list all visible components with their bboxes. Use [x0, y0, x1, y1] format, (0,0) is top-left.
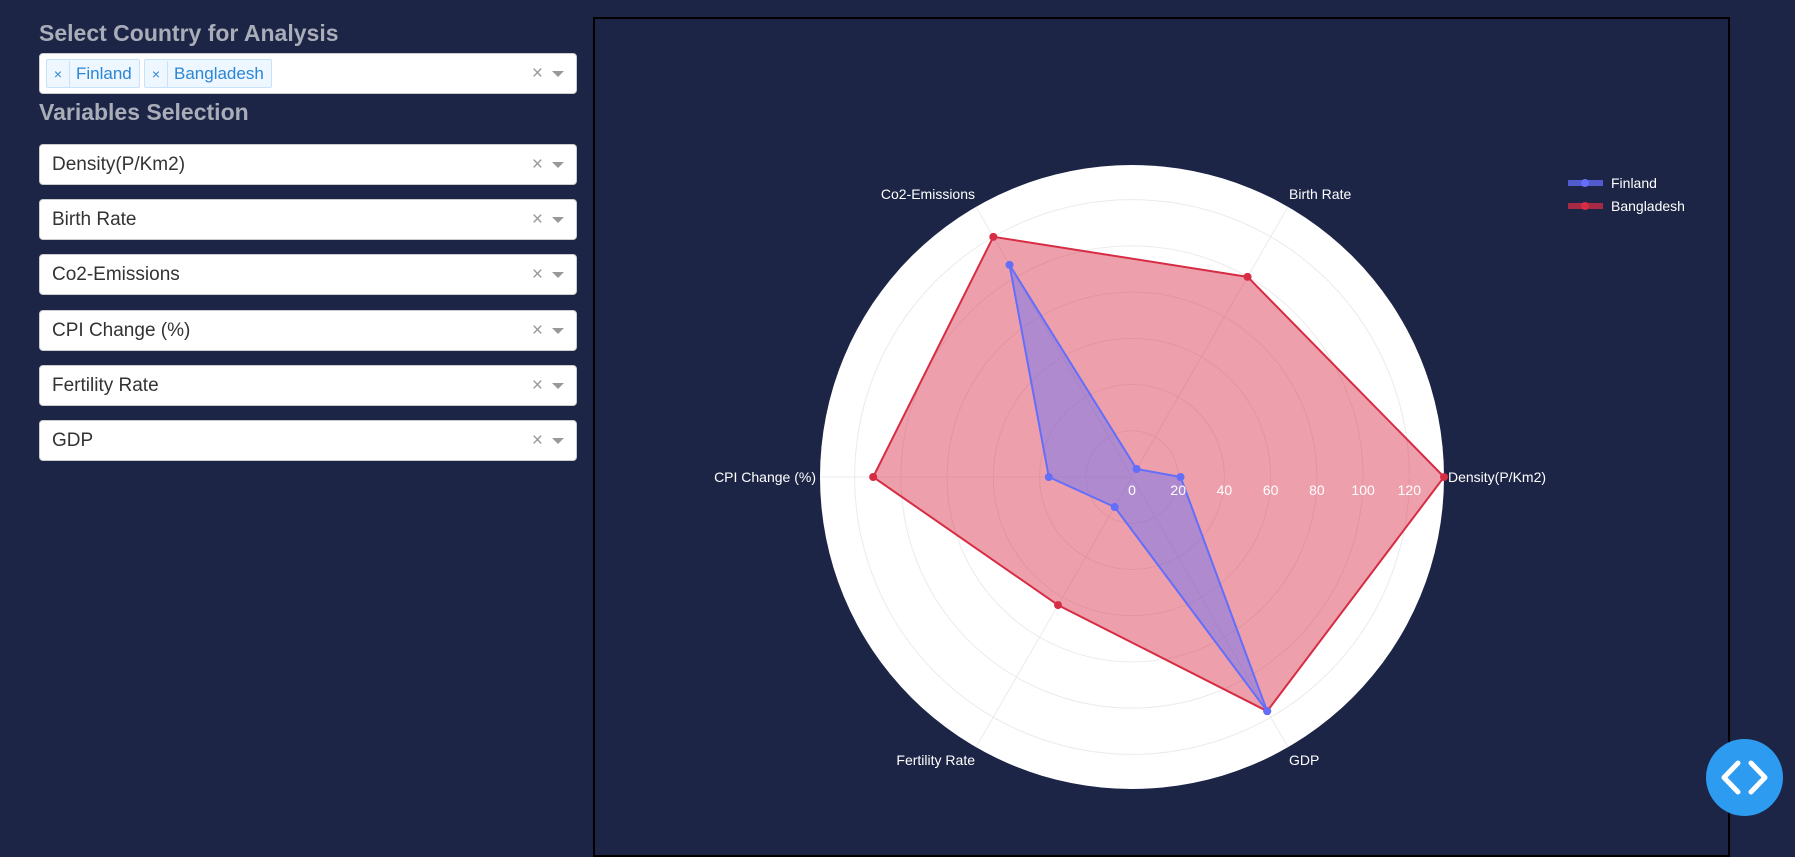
- axis-label: Fertility Rate: [896, 752, 975, 768]
- data-point-bangladesh: [1440, 473, 1448, 481]
- radial-tick-label: 80: [1309, 482, 1325, 498]
- chevron-down-icon[interactable]: [552, 438, 564, 444]
- variable-select-value: Co2-Emissions: [52, 264, 180, 285]
- variable-select-5[interactable]: Fertility Rate ×: [39, 365, 577, 406]
- clear-icon[interactable]: ×: [532, 255, 543, 294]
- country-section-title: Select Country for Analysis: [39, 20, 339, 46]
- data-point-finland: [1110, 503, 1119, 512]
- clear-icon[interactable]: ×: [532, 421, 543, 460]
- legend-marker-finland: [1581, 179, 1589, 187]
- chevron-down-icon[interactable]: [552, 162, 564, 168]
- data-point-finland: [1132, 464, 1141, 473]
- chevron-down-icon[interactable]: [552, 217, 564, 223]
- data-point-finland: [1044, 473, 1053, 481]
- variable-select-3[interactable]: Co2-Emissions ×: [39, 254, 577, 295]
- chevron-down-icon[interactable]: [552, 328, 564, 334]
- radial-tick-label: 100: [1351, 482, 1375, 498]
- variables-section-title: Variables Selection: [39, 99, 249, 125]
- variable-select-4[interactable]: CPI Change (%) ×: [39, 310, 577, 351]
- axis-label: CPI Change (%): [714, 469, 816, 485]
- country-tag-label: Finland: [76, 64, 132, 83]
- legend-marker-bangladesh: [1581, 202, 1589, 210]
- country-tag-label: Bangladesh: [174, 64, 264, 83]
- variable-select-value: Fertility Rate: [52, 375, 159, 396]
- clear-icon[interactable]: ×: [532, 366, 543, 405]
- radar-chart: 0 20 40 60 80 100 120 Density(P/Km2) Birth Rate C…: [714, 165, 1685, 789]
- chevron-down-icon[interactable]: [552, 272, 564, 278]
- variable-select-value: Birth Rate: [52, 209, 137, 230]
- data-point-finland: [1005, 260, 1014, 269]
- data-point-bangladesh: [989, 232, 998, 241]
- legend-label: Bangladesh: [1611, 198, 1685, 214]
- data-point-bangladesh: [869, 473, 878, 481]
- radial-tick-label: 0: [1128, 482, 1136, 498]
- legend-label: Finland: [1611, 175, 1657, 191]
- code-toggle-button[interactable]: [1706, 739, 1783, 816]
- radar-chart-panel: 0 20 40 60 80 100 120 Density(P/Km2) Birth Rate C…: [593, 17, 1730, 857]
- country-multiselect[interactable]: × Finland × Bangladesh ×: [39, 53, 577, 94]
- variable-select-value: CPI Change (%): [52, 320, 191, 341]
- clear-icon[interactable]: ×: [532, 145, 543, 184]
- axis-label: GDP: [1289, 752, 1319, 768]
- data-point-finland: [1263, 707, 1272, 716]
- clear-icon[interactable]: ×: [532, 200, 543, 239]
- variable-select-value: Density(P/Km2): [52, 154, 186, 175]
- chevron-down-icon[interactable]: [552, 383, 564, 389]
- remove-tag-icon[interactable]: ×: [145, 61, 168, 88]
- code-brackets-icon: [1721, 760, 1768, 795]
- chevron-down-icon[interactable]: [552, 71, 564, 77]
- variable-select-1[interactable]: Density(P/Km2) ×: [39, 144, 577, 185]
- remove-tag-icon[interactable]: ×: [47, 61, 70, 88]
- clear-icon[interactable]: ×: [532, 54, 543, 93]
- axis-label: Density(P/Km2): [1448, 469, 1546, 485]
- radial-tick-label: 60: [1263, 482, 1279, 498]
- radial-tick-label: 120: [1398, 482, 1422, 498]
- variable-select-value: GDP: [52, 430, 94, 451]
- radial-tick-label: 40: [1217, 482, 1233, 498]
- data-point-finland: [1176, 473, 1185, 481]
- data-point-bangladesh: [1243, 272, 1252, 281]
- data-point-bangladesh: [1054, 601, 1063, 610]
- variable-select-6[interactable]: GDP ×: [39, 420, 577, 461]
- country-tag-bangladesh: × Bangladesh: [144, 59, 272, 88]
- axis-label: Birth Rate: [1289, 186, 1351, 202]
- radial-tick-label: 20: [1170, 482, 1186, 498]
- clear-icon[interactable]: ×: [532, 311, 543, 350]
- axis-label: Co2-Emissions: [881, 186, 975, 202]
- country-tag-finland: × Finland: [46, 59, 140, 88]
- variable-select-2[interactable]: Birth Rate ×: [39, 199, 577, 240]
